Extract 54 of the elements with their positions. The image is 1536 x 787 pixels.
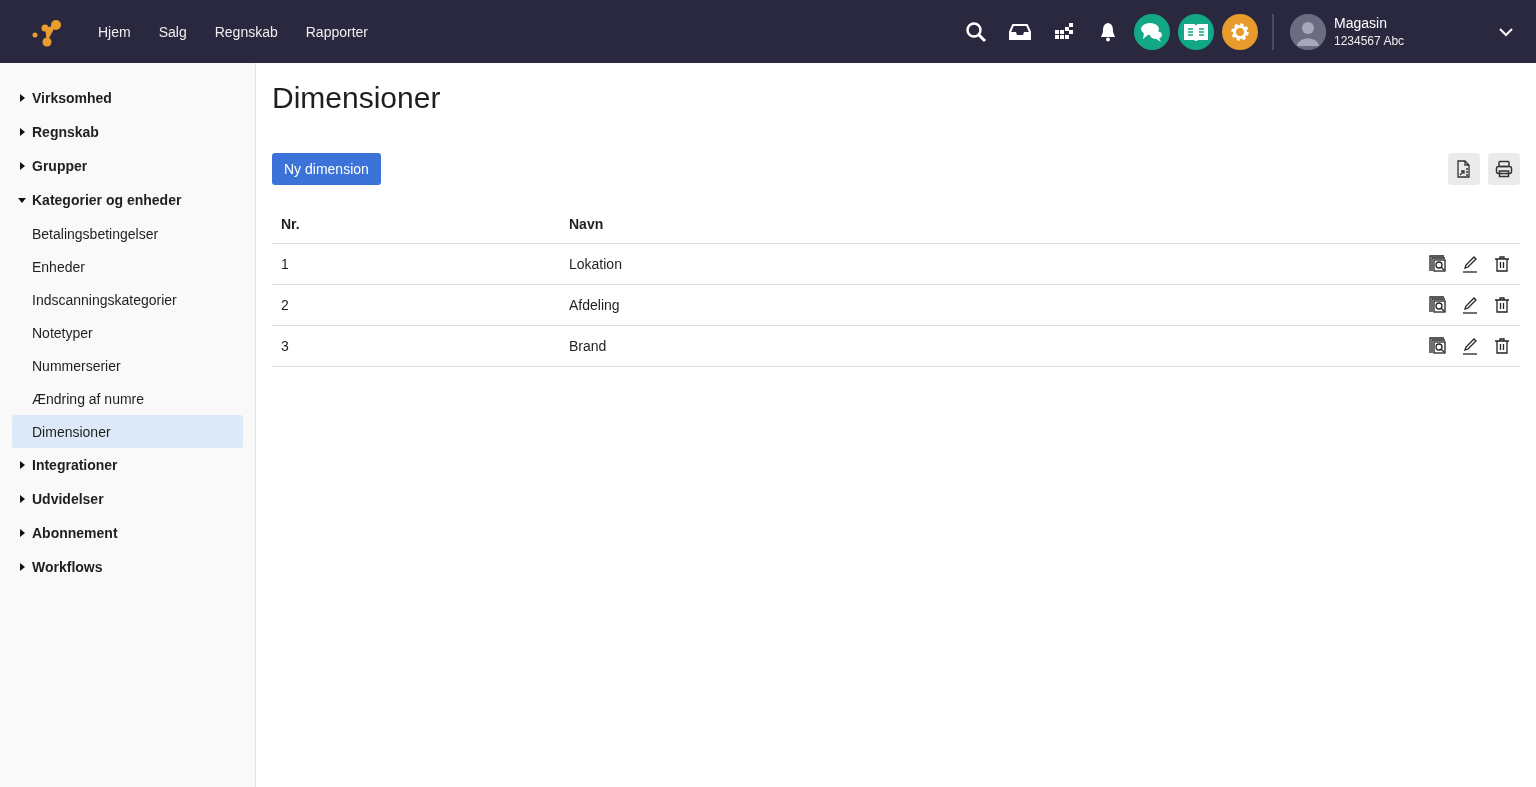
table-cell: 3 <box>272 325 560 366</box>
sidebar-group[interactable]: Abonnement <box>32 525 118 541</box>
sidebar-item[interactable]: Dimensioner <box>12 415 243 448</box>
preview-icon[interactable] <box>1429 254 1447 273</box>
user-name: Magasin <box>1334 15 1388 31</box>
table-cell: Brand <box>560 325 959 366</box>
table-cell: Lokation <box>560 243 959 284</box>
delete-icon[interactable] <box>1493 254 1511 273</box>
caret-right-icon[interactable] <box>18 563 26 571</box>
column-header: Navn <box>560 205 959 243</box>
edit-icon[interactable] <box>1461 295 1479 314</box>
caret-right-icon[interactable] <box>18 128 26 136</box>
caret-right-icon[interactable] <box>18 461 26 469</box>
nav-link[interactable]: Regnskab <box>200 23 292 40</box>
account-name: 1234567 Abc <box>1334 34 1405 48</box>
caret-down-icon[interactable] <box>18 196 26 204</box>
sidebar-item[interactable]: Notetyper <box>12 316 243 349</box>
sidebar-group[interactable]: Kategorier og enheder <box>32 192 182 208</box>
caret-right-icon[interactable] <box>18 94 26 102</box>
print-icon[interactable] <box>1488 153 1520 185</box>
delete-icon[interactable] <box>1493 295 1511 314</box>
delete-icon[interactable] <box>1493 336 1511 355</box>
export-icon[interactable] <box>1448 153 1480 185</box>
sidebar-group[interactable]: Udvidelser <box>32 491 104 507</box>
nav-link[interactable]: Hjem <box>84 23 145 40</box>
sidebar-item[interactable]: Ændring af numre <box>12 382 243 415</box>
sidebar-item[interactable]: Betalingsbetingelser <box>12 217 243 250</box>
caret-right-icon[interactable] <box>18 495 26 503</box>
table-cell: Afdeling <box>560 284 959 325</box>
chat-icon[interactable] <box>1134 13 1170 50</box>
sidebar-group[interactable]: Regnskab <box>32 124 99 140</box>
sidebar-group[interactable]: Grupper <box>32 158 88 174</box>
sidebar-item[interactable]: Nummerserier <box>12 349 243 382</box>
caret-right-icon[interactable] <box>18 162 26 170</box>
nav-link[interactable]: Salg <box>144 23 201 40</box>
table-cell: 1 <box>272 243 560 284</box>
caret-right-icon[interactable] <box>18 529 26 537</box>
sidebar-item[interactable]: Enheder <box>12 250 243 283</box>
table-cell: 2 <box>272 284 560 325</box>
sidebar-group[interactable]: Workflows <box>32 559 103 575</box>
column-header: Nr. <box>272 205 560 243</box>
settings-icon[interactable] <box>1222 13 1258 50</box>
page-title: Dimensioner <box>272 81 442 115</box>
book-icon[interactable] <box>1178 13 1214 50</box>
edit-icon[interactable] <box>1461 336 1479 355</box>
avatar-icon[interactable] <box>1290 13 1326 50</box>
sidebar-item[interactable]: Indscanningskategorier <box>12 283 243 316</box>
sidebar-group[interactable]: Virksomhed <box>32 90 112 106</box>
new-dimension-button[interactable]: Ny dimension <box>272 153 381 185</box>
edit-icon[interactable] <box>1461 254 1479 273</box>
preview-icon[interactable] <box>1429 336 1447 355</box>
sidebar-group[interactable]: Integrationer <box>32 457 118 473</box>
preview-icon[interactable] <box>1429 295 1447 314</box>
nav-link[interactable]: Rapporter <box>291 23 382 40</box>
